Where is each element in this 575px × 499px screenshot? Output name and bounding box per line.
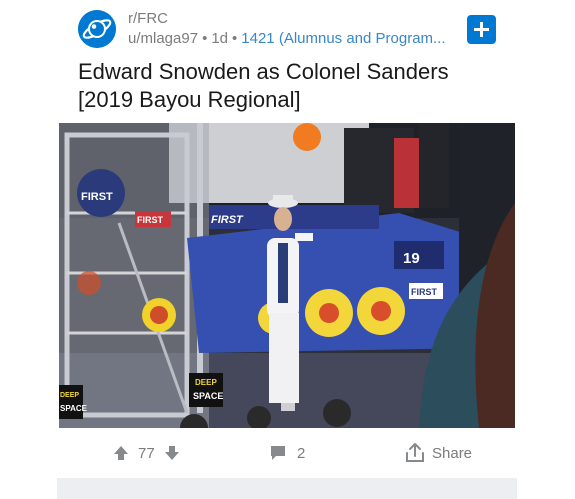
user-flair[interactable]: 1421 (Alumnus and Program... xyxy=(241,30,445,47)
comment-bubble-icon xyxy=(271,446,285,460)
planet-icon[interactable] xyxy=(78,10,116,48)
subreddit-name[interactable]: r/FRC xyxy=(128,10,168,27)
post-header: r/FRC u/mlaga97 • 1d • 1421 (Alumnus and Pro… xyxy=(78,7,496,51)
first-sign-a: FIRST xyxy=(137,215,164,225)
first-sign-b: FIRST xyxy=(211,214,244,226)
first-logo-big: FIRST xyxy=(81,191,113,203)
post-card[interactable]: r/FRC u/mlaga97 • 1d • 1421 (Alumnus and Pro… xyxy=(57,0,517,499)
add-button[interactable] xyxy=(467,15,496,44)
share-button[interactable]: Share xyxy=(404,441,472,465)
post-meta: u/mlaga97 • 1d • 1421 (Alumnus and Program..… xyxy=(128,30,458,47)
share-icon xyxy=(406,443,424,462)
deep-space-sign-b-line-2: SPACE xyxy=(60,404,88,413)
post-title-line-2: [2019 Bayou Regional] xyxy=(78,87,301,112)
meta-separator: • xyxy=(202,30,208,47)
comment-count: 2 xyxy=(297,444,306,462)
arrow-up-icon[interactable] xyxy=(112,444,130,462)
post-title-line-1: Edward Snowden as Colonel Sanders xyxy=(78,59,449,84)
deep-space-sign-a-line-2: SPACE xyxy=(193,391,223,401)
vote-count: 77 xyxy=(138,444,155,462)
plus-icon xyxy=(474,22,489,37)
first-sign-c: FIRST xyxy=(411,287,438,297)
author-link[interactable]: u/mlaga97 xyxy=(128,30,198,47)
arrow-down-icon[interactable] xyxy=(163,444,181,462)
deep-space-sign-b-line-1: DEEP xyxy=(60,392,79,399)
post-actions-bar: 77 2 Share xyxy=(57,438,517,468)
vote-controls: 77 xyxy=(112,442,181,464)
share-label: Share xyxy=(432,444,473,462)
deep-space-sign-a-line-1: DEEP xyxy=(195,378,217,387)
meta-separator: • xyxy=(232,30,238,47)
post-age: 1d xyxy=(211,30,229,47)
post-title[interactable]: Edward Snowden as Colonel Sanders [2019 … xyxy=(78,58,498,114)
robot-number: 19 xyxy=(403,250,420,267)
comments-section-bar xyxy=(57,478,517,499)
comments-button[interactable]: 2 xyxy=(269,442,305,464)
post-image[interactable]: FIRST FIRST FIRST 19 FIRST DEEP SPACE DE… xyxy=(59,123,515,428)
